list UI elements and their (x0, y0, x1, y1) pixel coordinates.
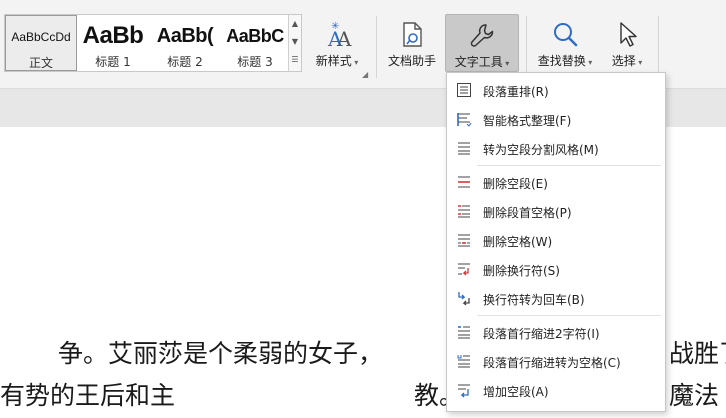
gallery-expand-icon[interactable]: ☰ (289, 51, 301, 69)
menu-item-smart-format[interactable]: 智能格式整理(F) (447, 105, 665, 134)
wrench-icon (468, 21, 496, 55)
style-normal[interactable]: AaBbCcDd 正文 (5, 15, 77, 71)
add-empty-paragraph-icon (458, 384, 470, 398)
text-tools-label: 文字工具 (454, 55, 503, 69)
menu-item-label: 段落首行缩进转为空格(C) (483, 356, 621, 370)
menu-item-label: 删除空段(E) (483, 177, 548, 191)
style-name: 标题 3 (237, 55, 273, 69)
menu-item-indent-to-space[interactable]: 段落首行缩进转为空格(C) (447, 347, 665, 376)
indent-to-space-icon (457, 355, 470, 368)
select-label: 选择 (611, 54, 636, 68)
menu-item-line-break-to-enter[interactable]: 换行符转为回车(B) (447, 284, 665, 313)
style-heading-1[interactable]: AaBb 标题 1 (77, 15, 149, 71)
find-replace-button[interactable]: 查找替换 ▾ (533, 14, 597, 72)
style-heading-3[interactable]: AaBbC 标题 3 (221, 15, 289, 71)
separator (658, 16, 659, 78)
menu-item-delete-leading-space[interactable]: 删除段首空格(P) (447, 197, 665, 226)
delete-empty-paragraph-icon (458, 176, 470, 188)
menu-item-label: 段落首行缩进2字符(I) (483, 327, 600, 341)
delete-space-icon (458, 234, 470, 247)
menu-item-empty-paragraph-split[interactable]: 转为空段分割风格(M) (447, 134, 665, 163)
svg-text:✳: ✳ (331, 21, 339, 32)
new-style-label: 新样式 (315, 54, 352, 68)
new-style-icon: A A ✳ (322, 20, 352, 54)
menu-item-label: 智能格式整理(F) (483, 114, 572, 128)
menu-item-paragraph-rearrange[interactable]: 段落重排(R) (447, 76, 665, 105)
delete-leading-space-icon (458, 205, 470, 218)
style-gallery-scroll[interactable]: ▲ ▼ ☰ (288, 15, 301, 71)
menu-item-delete-empty-paragraph[interactable]: 删除空段(E) (447, 168, 665, 197)
line-break-to-enter-icon (458, 292, 470, 306)
style-name: 标题 1 (95, 55, 131, 69)
separator (376, 16, 377, 78)
text-tools-button[interactable]: 文字工具 ▾ (445, 14, 519, 72)
scroll-down-icon[interactable]: ▼ (289, 33, 301, 51)
menu-item-first-line-indent[interactable]: 段落首行缩进2字符(I) (447, 318, 665, 347)
style-name: 正文 (28, 56, 53, 70)
menu-item-label: 段落重排(R) (483, 85, 549, 99)
menu-item-delete-space[interactable]: 删除空格(W) (447, 226, 665, 255)
menu-item-label: 删除段首空格(P) (483, 206, 572, 220)
menu-item-label: 增加空段(A) (483, 385, 549, 399)
doc-text-line[interactable]: 战胜了 (669, 334, 726, 370)
doc-text-line[interactable]: 争。艾丽莎是个柔弱的女子， (58, 334, 383, 370)
separator (526, 16, 527, 78)
doc-text-line[interactable]: 魔法 (669, 376, 719, 412)
find-replace-label: 查找替换 (537, 54, 586, 68)
select-button[interactable]: 选择 ▾ (602, 14, 652, 72)
doc-assistant-label: 文档助手 (387, 54, 436, 68)
style-sample: AaBbCcDd (11, 30, 71, 44)
style-name: 标题 2 (167, 55, 203, 69)
menu-separator (477, 165, 661, 166)
menu-item-delete-line-break[interactable]: 删除换行符(S) (447, 255, 665, 284)
style-gallery: AaBbCcDd 正文 AaBb 标题 1 AaBb( 标题 2 AaBbC 标… (4, 14, 302, 72)
menu-item-label: 换行符转为回车(B) (483, 293, 585, 307)
paragraph-rearrange-icon (457, 83, 471, 97)
delete-line-break-icon (458, 263, 470, 276)
style-heading-2[interactable]: AaBb( 标题 2 (149, 15, 221, 71)
menu-item-label: 删除换行符(S) (483, 264, 560, 278)
launcher-icon[interactable]: ◢ (362, 70, 368, 79)
smart-format-icon (457, 113, 472, 127)
menu-item-label: 删除空格(W) (483, 235, 553, 249)
menu-separator (477, 315, 661, 316)
empty-paragraph-split-icon (458, 142, 470, 155)
text-tools-menu: 段落重排(R) 智能格式整理(F) 转为空段分割风格(M) 删除空段(E) 删除… (446, 72, 666, 412)
first-line-indent-icon (458, 326, 470, 339)
style-sample: AaBb (82, 23, 144, 49)
menu-item-add-empty-paragraph[interactable]: 增加空段(A) (447, 376, 665, 405)
search-icon (551, 20, 579, 54)
style-sample: AaBbC (226, 26, 284, 46)
doc-assistant-button[interactable]: 文档助手 (384, 14, 440, 72)
scroll-up-icon[interactable]: ▲ (289, 15, 301, 33)
doc-assistant-icon (398, 20, 426, 54)
cursor-arrow-icon (615, 20, 639, 54)
new-style-button[interactable]: A A ✳ 新样式 ▾ (308, 14, 366, 72)
style-sample: AaBb( (156, 25, 214, 47)
menu-item-label: 转为空段分割风格(M) (483, 143, 599, 157)
doc-text-line[interactable]: 有势的王后和主 (0, 376, 175, 412)
